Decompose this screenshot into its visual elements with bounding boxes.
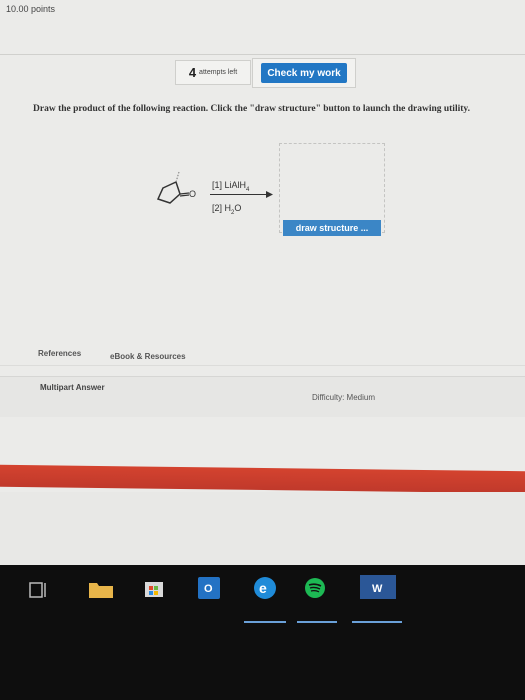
tab-divider — [0, 365, 525, 366]
oxygen-label: O — [189, 189, 196, 199]
arrow-head-icon — [266, 191, 273, 198]
difficulty-label: Difficulty: Medium — [312, 393, 375, 402]
divider — [0, 54, 525, 55]
page-bottom-area — [0, 492, 525, 570]
edge-icon[interactable]: e — [252, 575, 278, 601]
check-my-work-button[interactable]: Check my work — [261, 63, 347, 83]
file-explorer-icon[interactable] — [88, 579, 114, 599]
carbonyl-bond — [179, 194, 190, 197]
attempts-label: attempts left — [199, 69, 238, 76]
multipart-answer-label: Multipart Answer — [40, 383, 105, 392]
check-my-work-container: Check my work — [252, 58, 356, 88]
word-icon[interactable]: W — [358, 573, 398, 601]
points-label: 10.00 points — [6, 4, 56, 14]
svg-text:O: O — [204, 583, 213, 595]
tab-ebook-resources[interactable]: eBook & Resources — [110, 352, 186, 361]
red-banner — [0, 464, 525, 494]
ring-bond — [156, 180, 181, 204]
reagent-step-2: [2] H2O — [212, 202, 242, 216]
question-text: Draw the product of the following reacti… — [33, 104, 470, 114]
tab-references[interactable]: References — [38, 349, 81, 358]
carbonyl-bond — [179, 192, 190, 195]
cyclopentanone-structure: O — [156, 171, 196, 204]
reaction-conditions: [1] LiAlH4 [2] H2O — [212, 178, 249, 220]
windows-taskbar: O e W — [0, 565, 525, 700]
attempts-count: 4 — [188, 65, 197, 80]
outlook-icon[interactable]: O — [196, 575, 222, 601]
active-indicator — [244, 621, 286, 623]
task-view-icon[interactable] — [28, 579, 50, 601]
svg-text:e: e — [259, 580, 267, 596]
active-indicator — [352, 621, 402, 623]
store-icon[interactable] — [143, 575, 165, 599]
spotify-icon[interactable] — [304, 577, 326, 599]
reaction-arrow — [210, 194, 270, 195]
attempts-left-box: 4 attempts left — [175, 60, 251, 85]
draw-structure-button[interactable]: draw structure ... — [283, 220, 381, 236]
dashed-bond — [175, 171, 180, 183]
svg-text:W: W — [372, 583, 383, 595]
active-indicator — [297, 621, 337, 623]
